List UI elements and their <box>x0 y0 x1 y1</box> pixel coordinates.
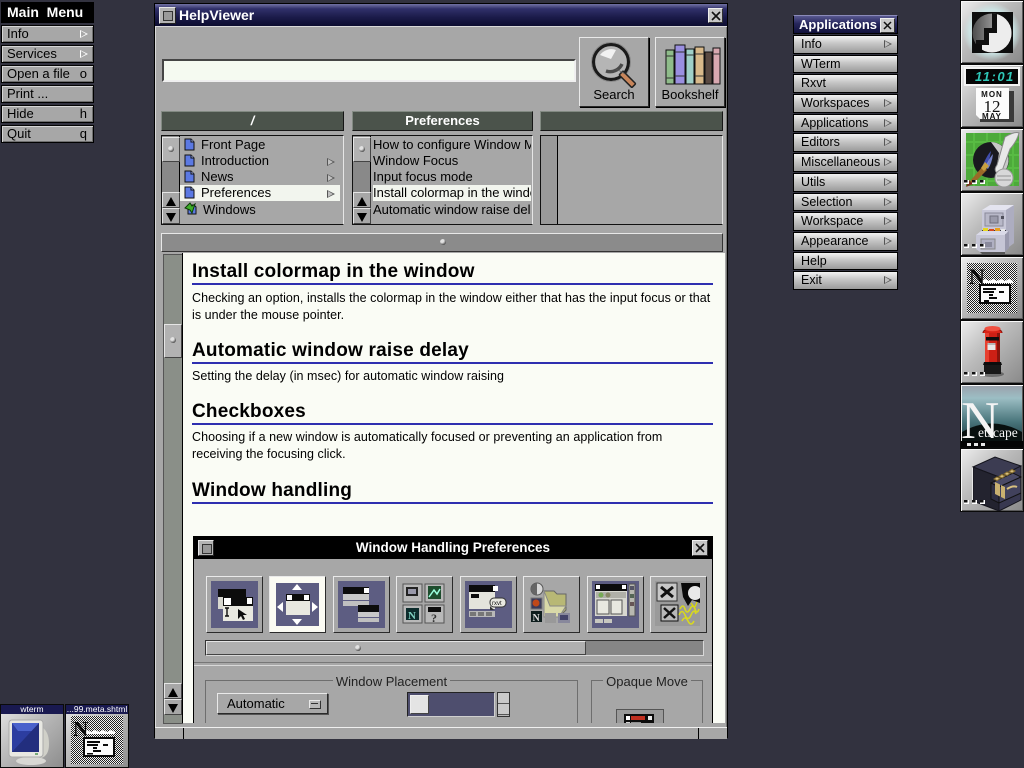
svg-text:N: N <box>969 264 985 289</box>
svg-text:11:01: 11:01 <box>975 69 1015 84</box>
svg-text:N: N <box>533 613 541 624</box>
svg-text:N: N <box>408 610 416 622</box>
svg-text:rxvt: rxvt <box>492 601 502 607</box>
svg-text:etscape: etscape <box>978 425 1018 440</box>
svg-text:MAY: MAY <box>982 112 1002 121</box>
svg-text:?: ? <box>431 611 437 625</box>
